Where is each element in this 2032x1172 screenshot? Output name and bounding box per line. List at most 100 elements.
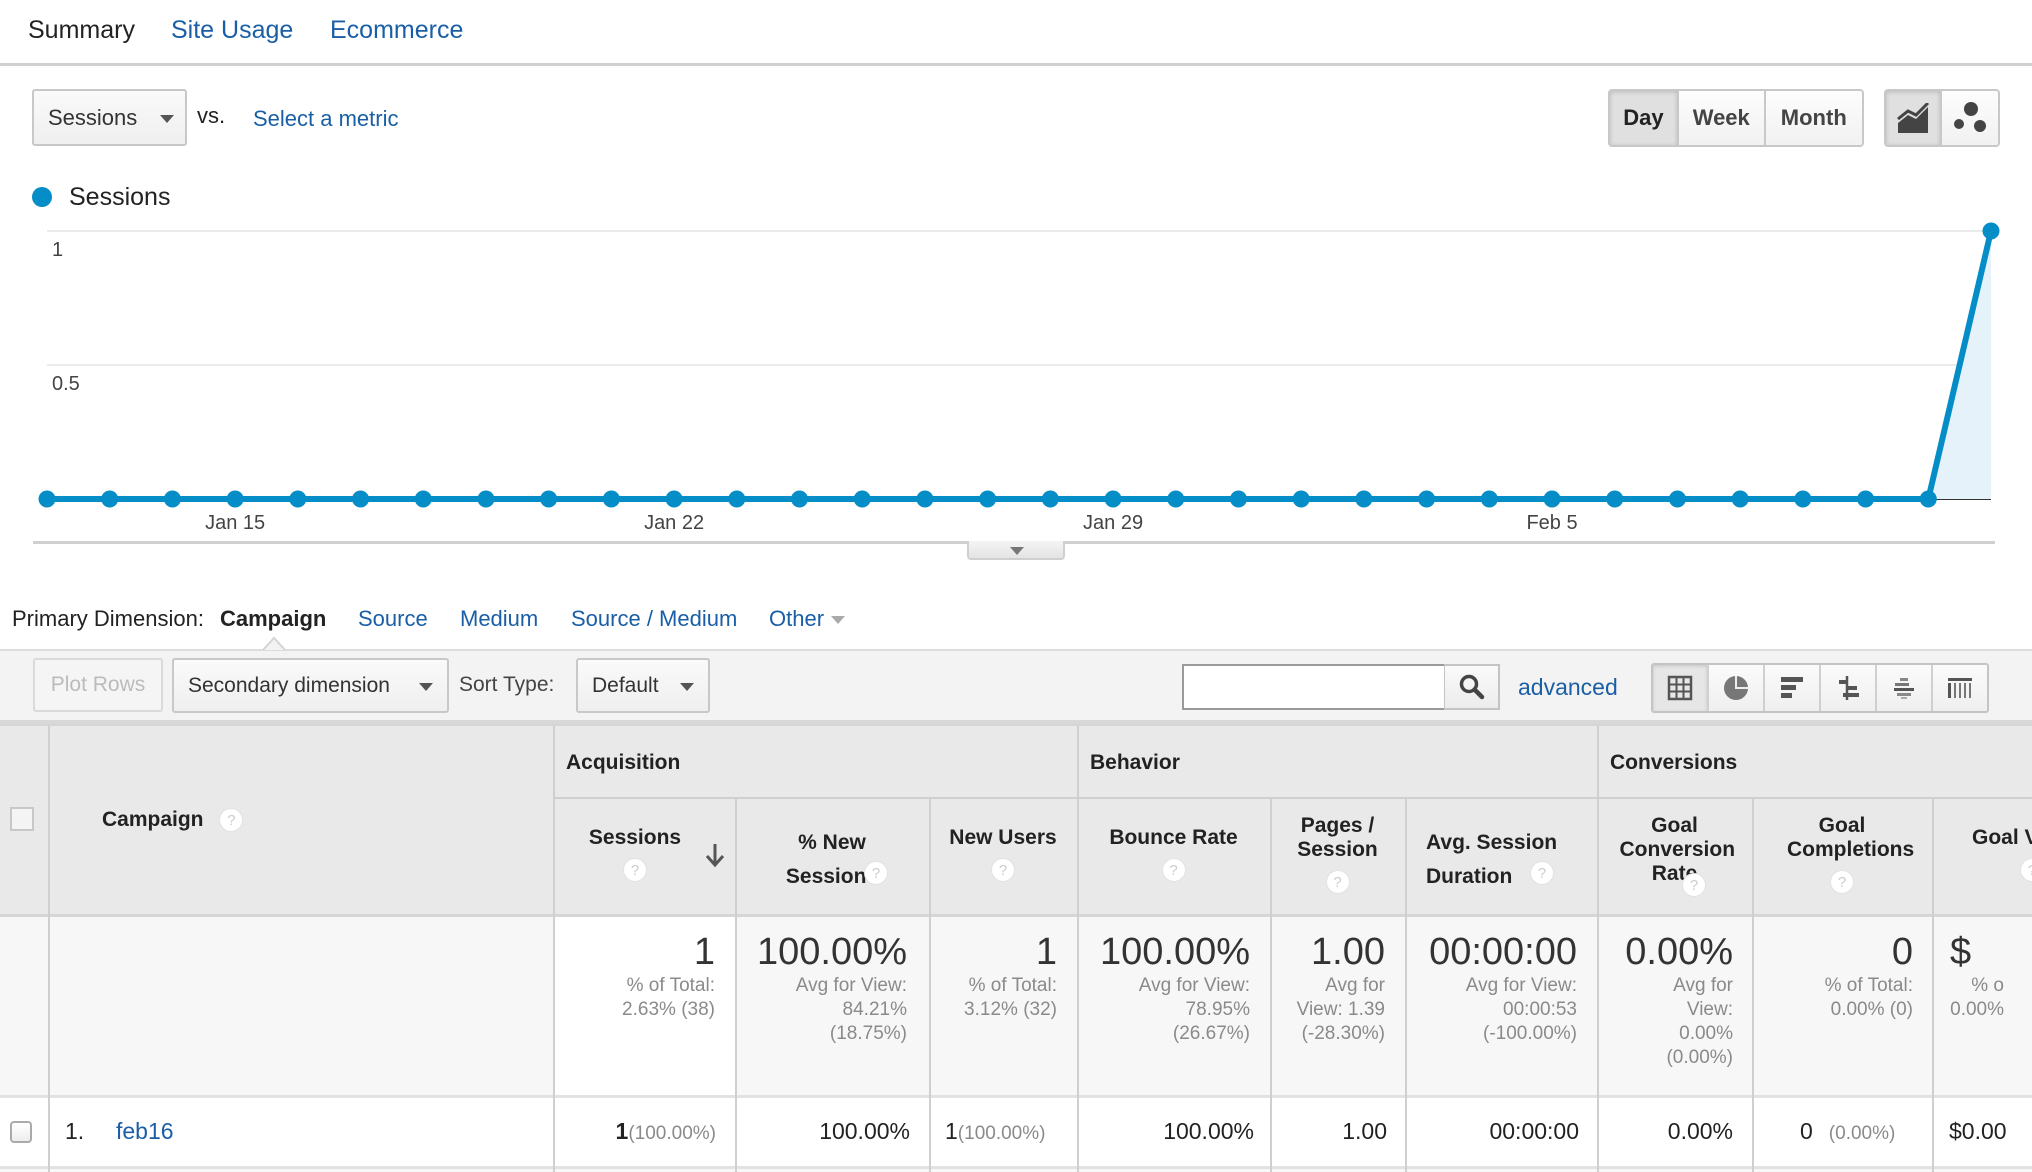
dimension-medium[interactable]: Medium xyxy=(460,606,538,632)
help-icon[interactable]: ? xyxy=(1161,858,1186,883)
dimension-campaign[interactable]: Campaign xyxy=(220,606,326,632)
table-view-toggle xyxy=(1651,663,1989,713)
motion-chart-button[interactable] xyxy=(1942,91,1998,145)
divider xyxy=(1932,798,1934,1172)
row-avg-session-duration: 00:00:00 xyxy=(1489,1118,1579,1144)
goal-value-column-header[interactable]: Goal V ? xyxy=(1972,826,2032,883)
row-index: 1. xyxy=(65,1118,85,1144)
chart-type-toggle xyxy=(1884,89,2000,147)
sort-type-dropdown[interactable]: Default xyxy=(576,658,710,713)
expand-chart-button[interactable] xyxy=(967,541,1065,560)
new-users-column-header[interactable]: New Users ? xyxy=(931,826,1075,883)
sort-descending-icon[interactable] xyxy=(704,842,726,868)
plot-rows-button[interactable]: Plot Rows xyxy=(33,658,163,712)
x-tick-label: Jan 15 xyxy=(205,512,265,534)
data-point-jan-19 xyxy=(477,490,495,508)
campaign-link[interactable]: feb16 xyxy=(116,1118,174,1145)
sessions-column-header[interactable]: Sessions ? xyxy=(555,826,715,883)
secondary-dimension-dropdown[interactable]: Secondary dimension xyxy=(172,658,449,713)
data-table-view-button[interactable] xyxy=(1653,665,1709,711)
comparison-view-button[interactable] xyxy=(1821,665,1877,711)
avg-session-duration-column-header[interactable]: Avg. Session Duration xyxy=(1407,826,1595,894)
percentage-view-button[interactable] xyxy=(1709,665,1765,711)
term-cloud-view-button[interactable] xyxy=(1877,665,1933,711)
dimension-other[interactable]: Other xyxy=(769,606,824,632)
pct-new-sessions-column-header[interactable]: % New Sessions xyxy=(737,826,927,894)
performance-view-button[interactable] xyxy=(1765,665,1821,711)
active-dimension-pointer xyxy=(263,637,285,651)
line-chart-icon xyxy=(1897,103,1930,133)
row-pct-new-sessions: 100.00% xyxy=(819,1118,910,1144)
help-icon[interactable]: ? xyxy=(1325,870,1350,895)
data-point-feb-1 xyxy=(1292,490,1310,508)
divider xyxy=(1270,798,1272,1172)
data-point-jan-24 xyxy=(791,490,809,508)
row-pages-per-session: 1.00 xyxy=(1342,1118,1387,1144)
help-icon[interactable]: ? xyxy=(991,858,1015,883)
data-point-jan-13 xyxy=(101,490,119,508)
x-tick-label: Feb 5 xyxy=(1526,512,1577,534)
data-point-jan-29 xyxy=(1104,490,1122,508)
data-point-jan-22 xyxy=(665,490,683,508)
row-new-users: 1(100.00%) xyxy=(945,1118,1046,1144)
chevron-down-icon xyxy=(419,683,433,691)
divider xyxy=(1597,726,1599,1172)
help-icon[interactable]: ? xyxy=(1530,861,1554,885)
help-icon[interactable]: ? xyxy=(1682,873,1706,897)
pivot-view-button[interactable] xyxy=(1933,665,1987,711)
group-acquisition: Acquisition xyxy=(566,751,681,774)
legend-sessions-dot xyxy=(32,187,52,207)
total-new-users: 1 % of Total: 3.12% (32) xyxy=(964,931,1057,1020)
line-chart-button[interactable] xyxy=(1886,91,1943,145)
secondary-dimension-label: Secondary dimension xyxy=(188,673,390,697)
divider xyxy=(735,798,737,1172)
bounce-rate-column-header[interactable]: Bounce Rate ? xyxy=(1079,826,1268,883)
select-all-checkbox[interactable] xyxy=(10,807,34,831)
advanced-filter-link[interactable]: advanced xyxy=(1518,674,1618,701)
chevron-down-icon xyxy=(1010,547,1024,555)
help-icon[interactable]: ? xyxy=(2020,858,2032,883)
dimension-source[interactable]: Source xyxy=(358,606,428,632)
table-search-input[interactable] xyxy=(1182,664,1446,710)
data-point-feb-9 xyxy=(1794,490,1812,508)
month-button[interactable]: Month xyxy=(1765,91,1862,145)
data-point-feb-3 xyxy=(1418,490,1436,508)
group-behavior: Behavior xyxy=(1090,751,1180,774)
tab-summary[interactable]: Summary xyxy=(28,16,135,45)
help-icon[interactable]: ? xyxy=(864,861,888,885)
week-button[interactable]: Week xyxy=(1678,91,1766,145)
search-button[interactable] xyxy=(1444,664,1500,710)
data-point-feb-2 xyxy=(1355,490,1373,508)
tab-ecommerce[interactable]: Ecommerce xyxy=(330,16,463,45)
data-point-jan-28 xyxy=(1041,490,1059,508)
divider xyxy=(1077,726,1079,1172)
goal-conversion-rate-column-header[interactable]: Goal Conversion Rate xyxy=(1599,814,1750,886)
campaign-column-header[interactable]: Campaign ? xyxy=(102,808,244,833)
day-button[interactable]: Day xyxy=(1610,91,1679,145)
granularity-toggle: Day Week Month xyxy=(1608,89,1864,147)
sort-type-value: Default xyxy=(592,673,659,697)
goal-completions-column-header[interactable]: Goal Completions ? xyxy=(1754,814,1930,895)
motion-chart-icon xyxy=(1954,102,1987,132)
help-icon[interactable]: ? xyxy=(219,808,244,833)
divider xyxy=(0,1166,2032,1169)
total-goal-value: $ % o 0.00% xyxy=(1950,931,2004,1020)
tab-site-usage[interactable]: Site Usage xyxy=(171,16,293,45)
metric-dropdown[interactable]: Sessions xyxy=(32,89,187,146)
pages-per-session-column-header[interactable]: Pages / Session ? xyxy=(1272,814,1403,895)
total-bounce-rate: 100.00% Avg for View: 78.95% (26.67%) xyxy=(1099,931,1250,1044)
dimension-source-medium[interactable]: Source / Medium xyxy=(571,606,737,632)
divider xyxy=(1405,798,1407,1172)
divider xyxy=(0,914,2032,917)
divider xyxy=(48,726,50,1172)
total-pct-new-sessions: 100.00% Avg for View: 84.21% (18.75%) xyxy=(756,931,907,1044)
select-metric-link[interactable]: Select a metric xyxy=(253,106,399,132)
divider xyxy=(0,1095,2032,1098)
legend-sessions-label[interactable]: Sessions xyxy=(69,183,170,212)
pie-chart-icon xyxy=(1724,676,1748,700)
row-checkbox[interactable] xyxy=(10,1121,32,1143)
help-icon[interactable]: ? xyxy=(623,858,647,883)
divider xyxy=(0,723,2032,726)
help-icon[interactable]: ? xyxy=(1830,870,1854,895)
vs-label: vs. xyxy=(197,103,226,128)
